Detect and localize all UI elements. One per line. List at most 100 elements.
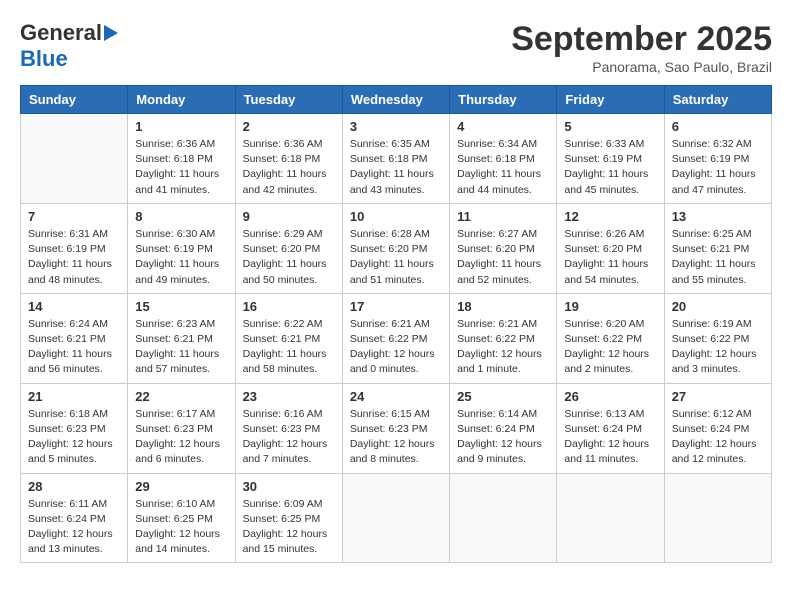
calendar-cell: 13 Sunrise: 6:25 AMSunset: 6:21 PMDayligh… — [664, 203, 771, 293]
day-number: 4 — [457, 119, 549, 134]
calendar-cell: 6 Sunrise: 6:32 AMSunset: 6:19 PMDaylight… — [664, 114, 771, 204]
day-number: 14 — [28, 299, 120, 314]
day-number: 29 — [135, 479, 227, 494]
calendar-cell: 25 Sunrise: 6:14 AMSunset: 6:24 PMDayligh… — [450, 383, 557, 473]
day-info: Sunrise: 6:36 AMSunset: 6:18 PMDaylight:… — [243, 137, 335, 198]
day-number: 26 — [564, 389, 656, 404]
day-number: 12 — [564, 209, 656, 224]
week-row-2: 7 Sunrise: 6:31 AMSunset: 6:19 PMDaylight… — [21, 203, 772, 293]
day-info: Sunrise: 6:18 AMSunset: 6:23 PMDaylight:… — [28, 407, 120, 468]
calendar-cell — [450, 473, 557, 563]
week-row-1: 1 Sunrise: 6:36 AMSunset: 6:18 PMDaylight… — [21, 114, 772, 204]
calendar-cell: 24 Sunrise: 6:15 AMSunset: 6:23 PMDayligh… — [342, 383, 449, 473]
day-info: Sunrise: 6:27 AMSunset: 6:20 PMDaylight:… — [457, 227, 549, 288]
day-number: 16 — [243, 299, 335, 314]
day-info: Sunrise: 6:13 AMSunset: 6:24 PMDaylight:… — [564, 407, 656, 468]
calendar-cell: 30 Sunrise: 6:09 AMSunset: 6:25 PMDayligh… — [235, 473, 342, 563]
calendar-cell: 21 Sunrise: 6:18 AMSunset: 6:23 PMDayligh… — [21, 383, 128, 473]
day-info: Sunrise: 6:22 AMSunset: 6:21 PMDaylight:… — [243, 317, 335, 378]
day-info: Sunrise: 6:10 AMSunset: 6:25 PMDaylight:… — [135, 497, 227, 558]
day-info: Sunrise: 6:24 AMSunset: 6:21 PMDaylight:… — [28, 317, 120, 378]
day-info: Sunrise: 6:09 AMSunset: 6:25 PMDaylight:… — [243, 497, 335, 558]
day-info: Sunrise: 6:32 AMSunset: 6:19 PMDaylight:… — [672, 137, 764, 198]
day-number: 28 — [28, 479, 120, 494]
weekday-header-monday: Monday — [128, 86, 235, 114]
day-number: 2 — [243, 119, 335, 134]
logo-arrow-icon — [104, 25, 118, 41]
calendar-cell: 17Sunrise: 6:21 AMSunset: 6:22 PMDayligh… — [342, 293, 449, 383]
calendar-cell: 12 Sunrise: 6:26 AMSunset: 6:20 PMDayligh… — [557, 203, 664, 293]
day-number: 8 — [135, 209, 227, 224]
month-title: September 2025 — [511, 20, 772, 59]
day-info: Sunrise: 6:30 AMSunset: 6:19 PMDaylight:… — [135, 227, 227, 288]
week-row-3: 14 Sunrise: 6:24 AMSunset: 6:21 PMDayligh… — [21, 293, 772, 383]
day-info: Sunrise: 6:20 AMSunset: 6:22 PMDaylight:… — [564, 317, 656, 378]
calendar-cell: 10 Sunrise: 6:28 AMSunset: 6:20 PMDayligh… — [342, 203, 449, 293]
day-number: 9 — [243, 209, 335, 224]
day-number: 19 — [564, 299, 656, 314]
day-number: 13 — [672, 209, 764, 224]
calendar-cell: 19 Sunrise: 6:20 AMSunset: 6:22 PMDayligh… — [557, 293, 664, 383]
day-number: 6 — [672, 119, 764, 134]
day-info: Sunrise: 6:14 AMSunset: 6:24 PMDaylight:… — [457, 407, 549, 468]
calendar-cell: 5Sunrise: 6:33 AMSunset: 6:19 PMDaylight… — [557, 114, 664, 204]
day-number: 7 — [28, 209, 120, 224]
week-row-4: 21 Sunrise: 6:18 AMSunset: 6:23 PMDayligh… — [21, 383, 772, 473]
calendar-cell: 8 Sunrise: 6:30 AMSunset: 6:19 PMDaylight… — [128, 203, 235, 293]
calendar-table: SundayMondayTuesdayWednesdayThursdayFrid… — [20, 85, 772, 563]
calendar-cell: 14 Sunrise: 6:24 AMSunset: 6:21 PMDayligh… — [21, 293, 128, 383]
calendar-cell: 4 Sunrise: 6:34 AMSunset: 6:18 PMDaylight… — [450, 114, 557, 204]
logo-blue: Blue — [20, 46, 68, 71]
weekday-header-sunday: Sunday — [21, 86, 128, 114]
location-subtitle: Panorama, Sao Paulo, Brazil — [511, 59, 772, 75]
day-info: Sunrise: 6:25 AMSunset: 6:21 PMDaylight:… — [672, 227, 764, 288]
calendar-cell: 15 Sunrise: 6:23 AMSunset: 6:21 PMDayligh… — [128, 293, 235, 383]
calendar-cell — [21, 114, 128, 204]
weekday-header-row: SundayMondayTuesdayWednesdayThursdayFrid… — [21, 86, 772, 114]
day-number: 21 — [28, 389, 120, 404]
calendar-cell: 9 Sunrise: 6:29 AMSunset: 6:20 PMDaylight… — [235, 203, 342, 293]
logo: General Blue — [20, 20, 118, 72]
day-number: 30 — [243, 479, 335, 494]
weekday-header-thursday: Thursday — [450, 86, 557, 114]
weekday-header-saturday: Saturday — [664, 86, 771, 114]
day-info: Sunrise: 6:12 AMSunset: 6:24 PMDaylight:… — [672, 407, 764, 468]
calendar-cell: 7 Sunrise: 6:31 AMSunset: 6:19 PMDaylight… — [21, 203, 128, 293]
weekday-header-wednesday: Wednesday — [342, 86, 449, 114]
day-info: Sunrise: 6:34 AMSunset: 6:18 PMDaylight:… — [457, 137, 549, 198]
calendar-cell — [664, 473, 771, 563]
title-block: September 2025 Panorama, Sao Paulo, Braz… — [511, 20, 772, 75]
calendar-cell: 28 Sunrise: 6:11 AMSunset: 6:24 PMDayligh… — [21, 473, 128, 563]
logo-general: General — [20, 20, 102, 46]
calendar-cell: 20Sunrise: 6:19 AMSunset: 6:22 PMDayligh… — [664, 293, 771, 383]
day-number: 11 — [457, 209, 549, 224]
page-header: General Blue September 2025 Panorama, Sa… — [20, 20, 772, 75]
calendar-cell: 16 Sunrise: 6:22 AMSunset: 6:21 PMDayligh… — [235, 293, 342, 383]
day-number: 10 — [350, 209, 442, 224]
day-info: Sunrise: 6:31 AMSunset: 6:19 PMDaylight:… — [28, 227, 120, 288]
day-info: Sunrise: 6:11 AMSunset: 6:24 PMDaylight:… — [28, 497, 120, 558]
day-number: 25 — [457, 389, 549, 404]
calendar-cell: 3 Sunrise: 6:35 AMSunset: 6:18 PMDaylight… — [342, 114, 449, 204]
weekday-header-friday: Friday — [557, 86, 664, 114]
day-number: 18 — [457, 299, 549, 314]
day-info: Sunrise: 6:15 AMSunset: 6:23 PMDaylight:… — [350, 407, 442, 468]
day-number: 27 — [672, 389, 764, 404]
calendar-cell: 2 Sunrise: 6:36 AMSunset: 6:18 PMDaylight… — [235, 114, 342, 204]
day-number: 22 — [135, 389, 227, 404]
day-number: 15 — [135, 299, 227, 314]
day-number: 3 — [350, 119, 442, 134]
day-number: 24 — [350, 389, 442, 404]
day-info: Sunrise: 6:26 AMSunset: 6:20 PMDaylight:… — [564, 227, 656, 288]
day-info: Sunrise: 6:23 AMSunset: 6:21 PMDaylight:… — [135, 317, 227, 378]
calendar-cell: 23Sunrise: 6:16 AMSunset: 6:23 PMDayligh… — [235, 383, 342, 473]
calendar-cell — [342, 473, 449, 563]
day-info: Sunrise: 6:33 AMSunset: 6:19 PMDaylight:… — [564, 137, 656, 198]
day-number: 17 — [350, 299, 442, 314]
day-info: Sunrise: 6:28 AMSunset: 6:20 PMDaylight:… — [350, 227, 442, 288]
day-info: Sunrise: 6:35 AMSunset: 6:18 PMDaylight:… — [350, 137, 442, 198]
day-number: 1 — [135, 119, 227, 134]
calendar-cell: 27 Sunrise: 6:12 AMSunset: 6:24 PMDayligh… — [664, 383, 771, 473]
day-info: Sunrise: 6:29 AMSunset: 6:20 PMDaylight:… — [243, 227, 335, 288]
calendar-cell: 1Sunrise: 6:36 AMSunset: 6:18 PMDaylight… — [128, 114, 235, 204]
